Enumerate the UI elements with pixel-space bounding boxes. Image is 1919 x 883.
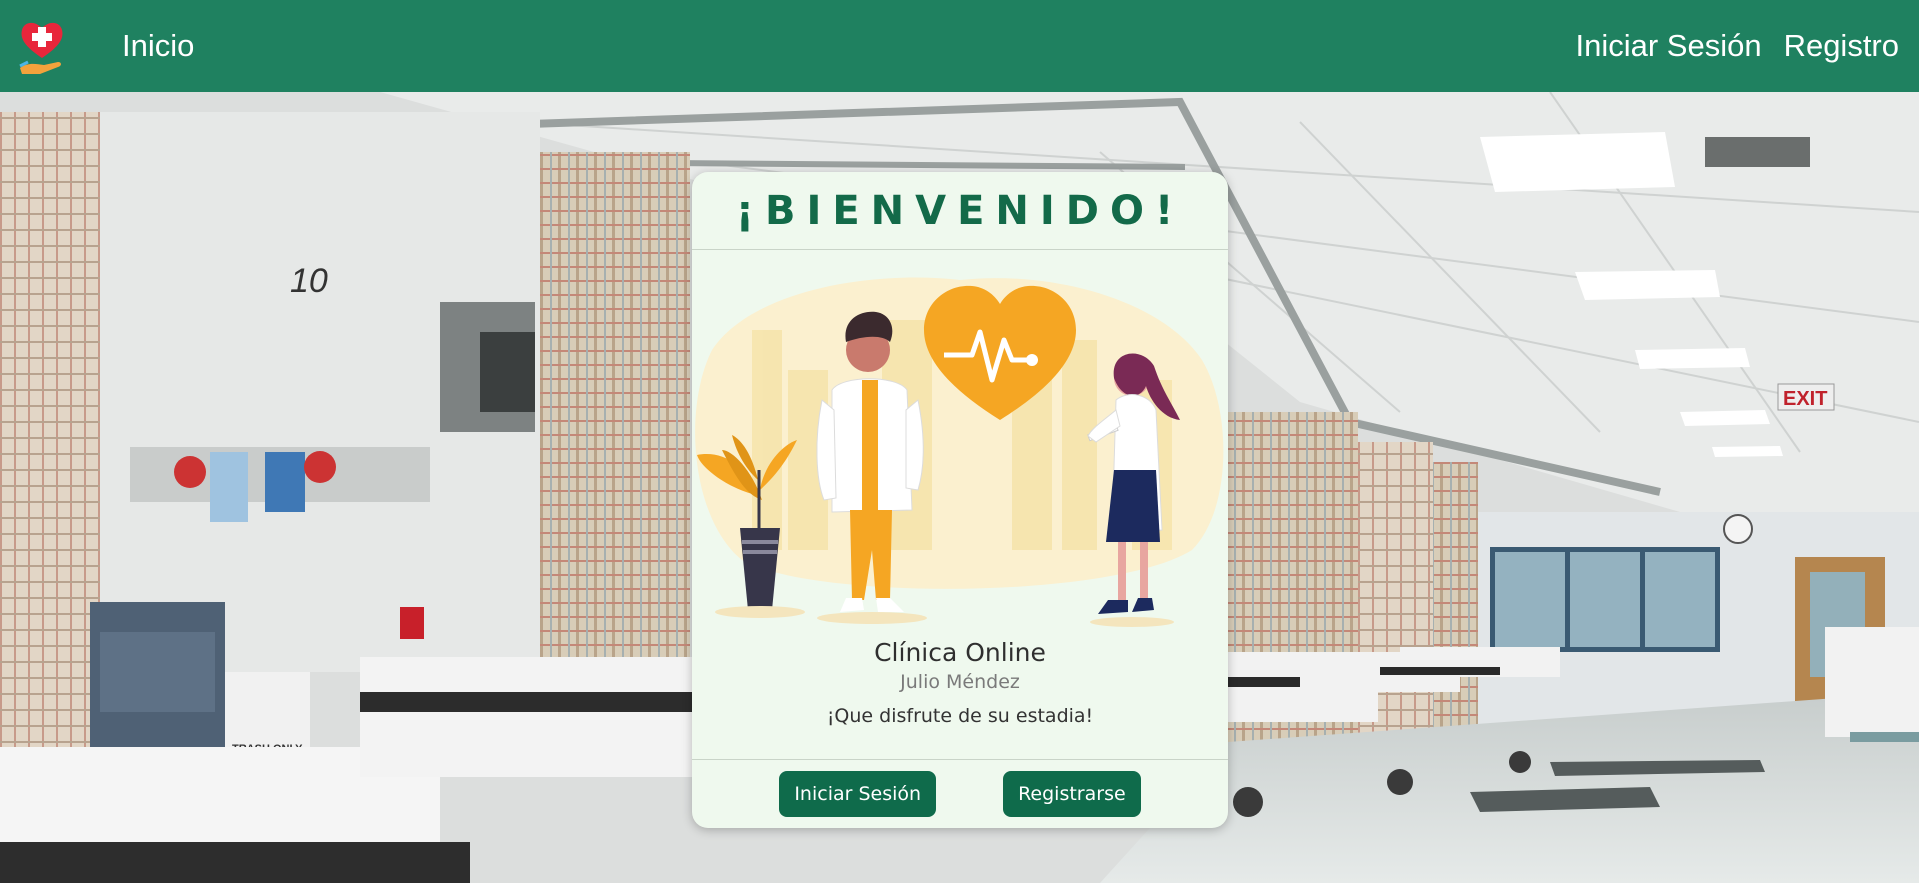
card-footer: Iniciar Sesión Registrarse bbox=[692, 759, 1228, 828]
nav-home-link[interactable]: Inicio bbox=[122, 26, 194, 66]
heart-cross-hand-icon[interactable] bbox=[18, 18, 66, 76]
room-number: 10 bbox=[290, 262, 328, 300]
nav-register-link[interactable]: Registro bbox=[1784, 26, 1899, 66]
welcome-card: ¡BIENVENIDO! Clínica Online Julio Méndez… bbox=[692, 172, 1228, 828]
nav-right-links: Iniciar Sesión Registro bbox=[1575, 26, 1899, 66]
top-navbar: Inicio Iniciar Sesión Registro bbox=[0, 0, 1919, 92]
author-name: Julio Méndez bbox=[900, 671, 1020, 693]
register-button[interactable]: Registrarse bbox=[1003, 771, 1141, 817]
nav-login-link[interactable]: Iniciar Sesión bbox=[1575, 26, 1761, 66]
clinic-name: Clínica Online bbox=[874, 638, 1046, 667]
card-body: Clínica Online Julio Méndez ¡Que disfrut… bbox=[692, 638, 1228, 727]
welcome-title: ¡BIENVENIDO! bbox=[692, 172, 1228, 250]
exit-sign: EXIT bbox=[1783, 388, 1827, 410]
login-button[interactable]: Iniciar Sesión bbox=[779, 771, 937, 817]
welcome-message: ¡Que disfrute de su estadia! bbox=[826, 705, 1094, 727]
doctors-illustration bbox=[695, 277, 1224, 627]
